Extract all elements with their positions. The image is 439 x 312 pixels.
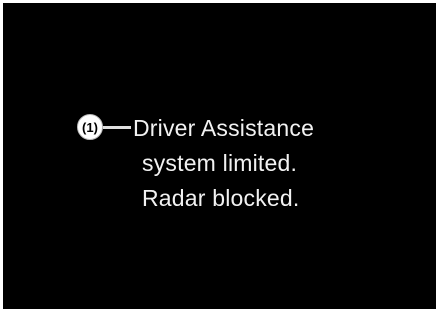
callout-leader-line xyxy=(103,126,131,129)
warning-line-3: Radar blocked. xyxy=(142,185,300,211)
warning-line-2: system limited. xyxy=(142,150,298,176)
instrument-display: (1) Driver Assistance system limited. Ra… xyxy=(3,3,436,309)
callout-badge: (1) xyxy=(77,114,103,140)
callout-label: (1) xyxy=(82,119,98,135)
warning-message: Driver Assistance system limited. Radar … xyxy=(133,111,314,216)
warning-line-1: Driver Assistance xyxy=(133,115,315,141)
